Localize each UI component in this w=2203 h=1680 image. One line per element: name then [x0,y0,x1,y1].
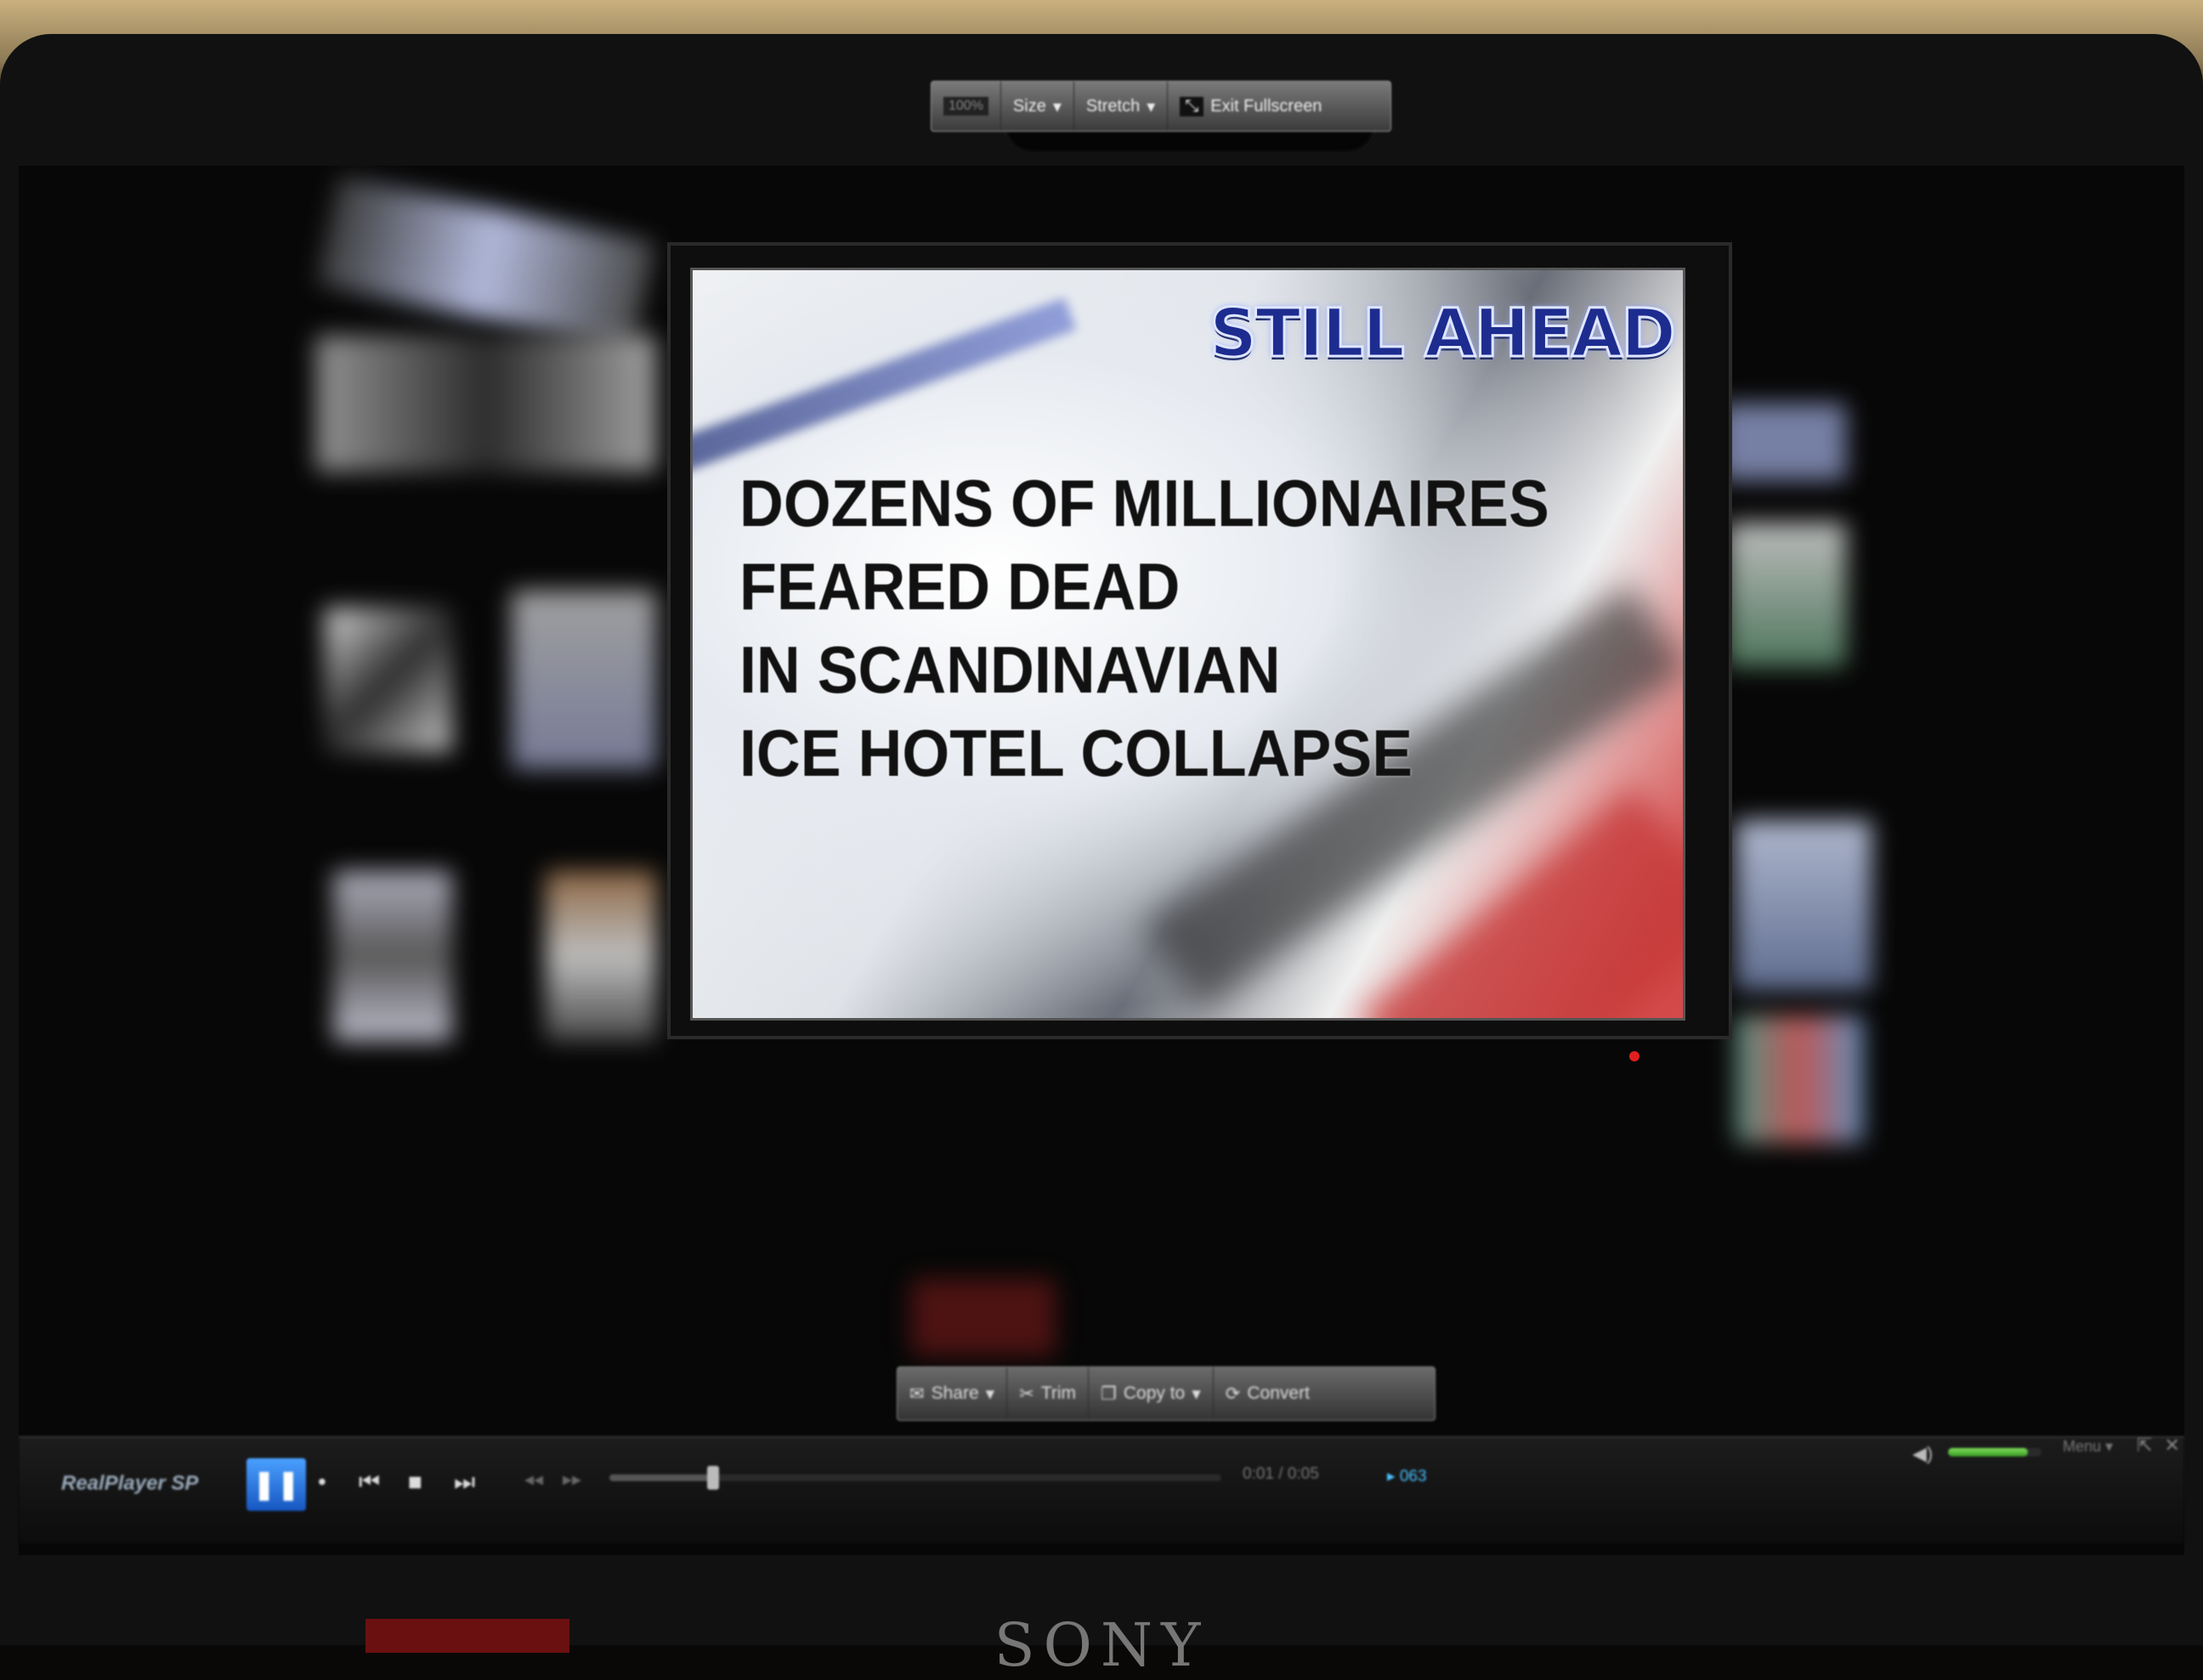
carousel-thumbnail[interactable] [1736,820,1872,990]
share-label: Share [931,1383,979,1403]
volume-level [1948,1448,2028,1457]
carousel-thumbnail[interactable] [316,336,656,472]
seek-bar[interactable] [609,1466,1221,1490]
zoom-level-value: 100% [943,97,988,116]
convert-button[interactable]: ⟳ Convert [1214,1367,1322,1420]
stop-button[interactable]: ■ [408,1468,422,1496]
close-icon[interactable]: ✕ [2164,1434,2191,1456]
convert-label: Convert [1247,1383,1310,1403]
copy-icon: ❐ [1101,1383,1117,1404]
size-label: Size [1012,96,1046,116]
rewind-icon: ◂◂ [524,1468,544,1490]
trim-label: Trim [1040,1383,1077,1403]
carousel-thumbnail[interactable] [1736,1015,1863,1143]
previous-button[interactable]: ⏮ [359,1468,380,1496]
record-button[interactable]: • [318,1468,326,1496]
chevron-down-icon: ▾ [1052,97,1062,116]
size-dropdown[interactable]: Size ▾ [1001,82,1074,131]
window-controls: ⇱✕ [2137,1434,2192,1457]
chevron-down-icon: ▾ [1192,1383,1201,1404]
playback-rate: ▸ 063 [1387,1468,1427,1485]
trim-button[interactable]: ✂ Trim [1007,1367,1090,1420]
share-button[interactable]: ✉ Share ▾ [898,1367,1008,1420]
carousel-thumbnail[interactable] [1727,523,1846,667]
copy-to-label: Copy to [1123,1383,1186,1403]
carousel-thumbnail[interactable] [911,1279,1056,1355]
news-headline: DOZENS OF MILLIONAIRES FEARED DEAD IN SC… [739,461,1549,795]
red-indicator-dot [1629,1051,1640,1061]
video-graphic-streak [693,297,1077,481]
stretch-dropdown[interactable]: Stretch ▾ [1074,82,1169,131]
player-control-bar: RealPlayer SP ❚❚ • ⏮ ■ ⏭ ◂◂ ▸▸ 0:01 / 0:… [19,1434,2184,1544]
video-toolbar-bottom: ✉ Share ▾ ✂ Trim ❐ Copy to ▾ ⟳ Convert [897,1366,1436,1421]
stretch-label: Stretch [1085,96,1141,116]
scissors-icon: ✂ [1019,1383,1034,1404]
still-ahead-banner: STILL AHEAD [1208,295,1677,374]
carousel-thumbnail[interactable] [546,871,656,1041]
monitor-brand-logo: SONY [994,1610,1209,1680]
convert-icon: ⟳ [1225,1383,1241,1404]
next-button[interactable]: ⏭ [454,1468,475,1496]
fast-forward-icon: ▸▸ [563,1468,582,1490]
carousel-thumbnail[interactable] [316,175,656,352]
headline-line: IN SCANDINAVIAN [739,632,1281,707]
video-toolbar-top: 100% Size ▾ Stretch ▾ ⤡ Exit Fullscreen [931,81,1391,132]
seek-handle[interactable] [707,1466,720,1490]
seek-progress [609,1474,714,1481]
skip-back-icon: ⏮ [359,1468,381,1495]
pause-button[interactable]: ❚❚ [246,1458,306,1511]
exit-fullscreen-icon: ⤡ [1180,96,1204,116]
volume-icon[interactable]: ◀) [1912,1443,1933,1465]
carousel-thumbnail[interactable] [512,591,656,769]
chevron-down-icon: ▾ [985,1383,995,1404]
menu-label: Menu [2063,1438,2102,1455]
copy-to-button[interactable]: ❐ Copy to ▾ [1089,1367,1214,1420]
skip-forward-icon: ⏭ [454,1468,476,1495]
headline-line: FEARED DEAD [739,549,1181,624]
realplayer-logo: RealPlayer SP [61,1472,199,1495]
headline-line: DOZENS OF MILLIONAIRES [739,466,1549,540]
restore-icon[interactable]: ⇱ [2137,1434,2164,1456]
rewind-button[interactable]: ◂◂ [524,1468,543,1491]
carousel-thumbnail[interactable] [325,608,452,752]
carousel-thumbnail[interactable] [1719,404,1846,480]
share-icon: ✉ [909,1383,925,1404]
menu-button[interactable]: Menu ▾ [2063,1438,2113,1456]
playback-time: 0:01 / 0:05 [1243,1465,1319,1483]
video-display[interactable]: STILL AHEAD DOZENS OF MILLIONAIRES FEARE… [690,268,1685,1021]
exit-fullscreen-button[interactable]: ⤡ Exit Fullscreen [1168,82,1334,131]
volume-slider[interactable] [1948,1448,2042,1457]
headline-line: ICE HOTEL COLLAPSE [739,716,1413,790]
chevron-down-icon: ▾ [1147,97,1156,116]
playback-rate-value: 063 [1399,1468,1427,1485]
zoom-level-display[interactable]: 100% [932,82,1001,131]
stop-icon: ■ [408,1468,422,1495]
fast-forward-button[interactable]: ▸▸ [563,1468,581,1491]
exit-fullscreen-label: Exit Fullscreen [1210,96,1322,116]
pause-icon: ❚❚ [252,1468,301,1501]
carousel-thumbnail[interactable] [333,871,452,1041]
record-icon: • [318,1468,326,1495]
